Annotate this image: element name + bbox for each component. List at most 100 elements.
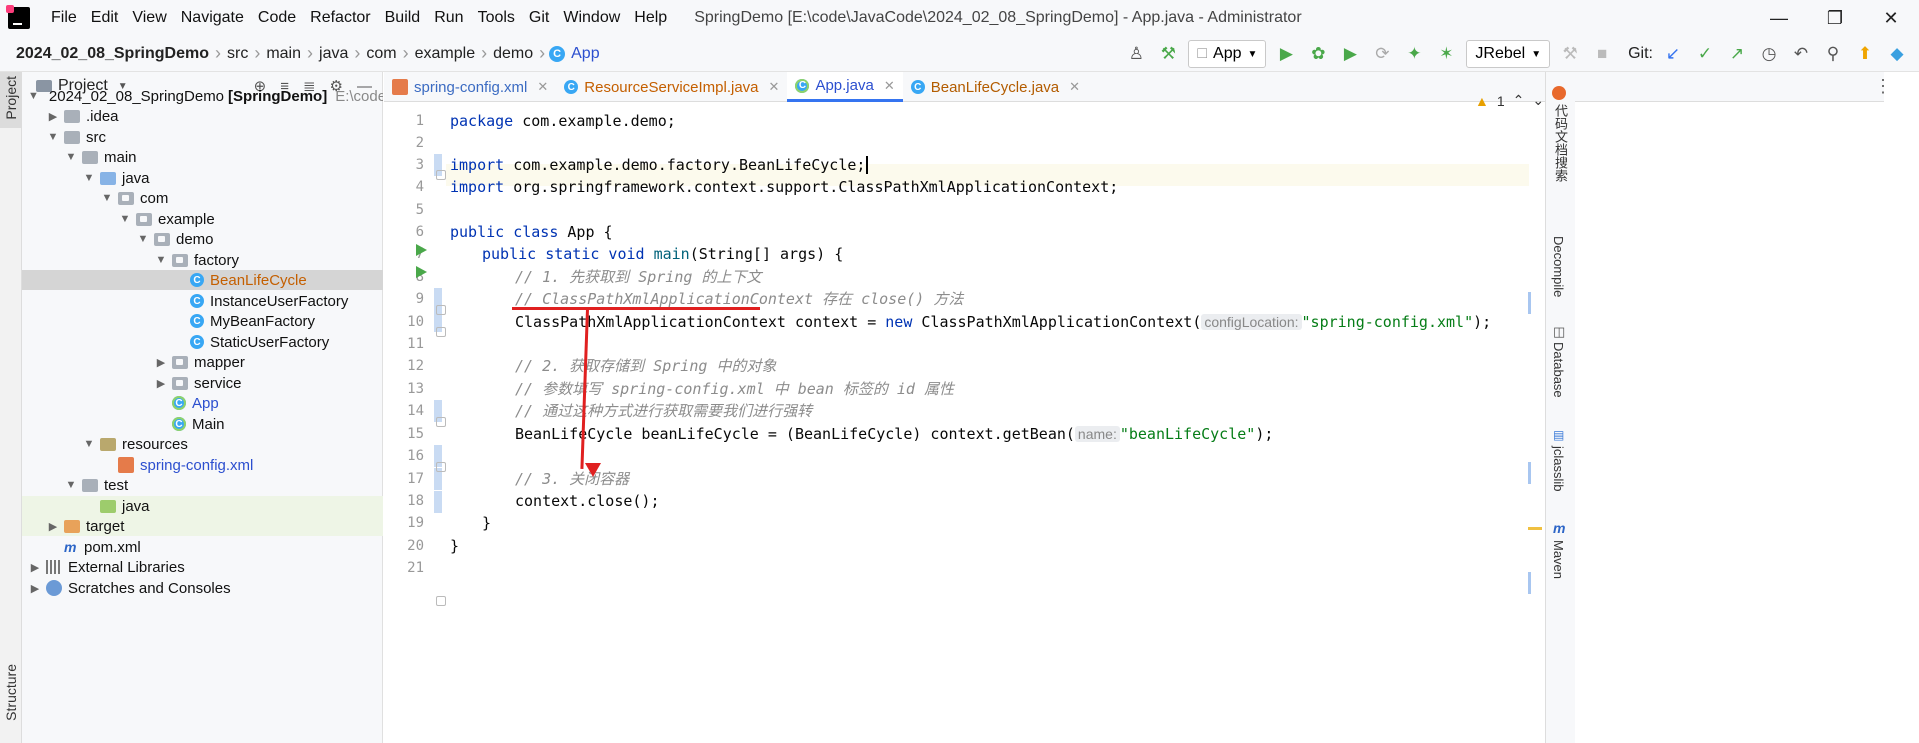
chevron-right-icon[interactable]: ▶ xyxy=(28,561,42,574)
hammer-disabled-icon[interactable]: ⚒ xyxy=(1558,42,1582,66)
profile-icon[interactable]: ⟳ xyxy=(1370,42,1394,66)
tree-item-test-java[interactable]: java xyxy=(22,496,383,516)
tree-item-com[interactable]: ▼ com xyxy=(22,188,383,208)
menu-view[interactable]: View xyxy=(125,0,173,36)
rollback-icon[interactable]: ↶ xyxy=(1789,42,1813,66)
tree-item-main-class[interactable]: C Main xyxy=(22,414,383,434)
tree-item-beanlifecycle[interactable]: C BeanLifeCycle xyxy=(22,270,383,290)
build-hammer-icon[interactable]: ⚒ xyxy=(1156,42,1180,66)
minimize-icon[interactable]: — xyxy=(1751,0,1807,36)
tab-spring-config[interactable]: spring-config.xml ✕ xyxy=(384,72,556,102)
chevron-right-icon[interactable]: ▶ xyxy=(28,582,42,595)
git-update-icon[interactable]: ↙ xyxy=(1661,42,1685,66)
tool-window-jclasslib[interactable]: jclasslib xyxy=(1551,446,1566,492)
plugin-logo-icon[interactable]: ◆ xyxy=(1885,42,1909,66)
previous-highlight-icon[interactable]: ⌃ xyxy=(1513,92,1525,109)
jrebel-run-icon[interactable]: ✦ xyxy=(1402,42,1426,66)
tree-item-app[interactable]: C App xyxy=(22,393,383,413)
debug-icon[interactable]: ✿ xyxy=(1306,42,1330,66)
run-gutter-icon[interactable] xyxy=(416,244,427,256)
chevron-down-icon[interactable]: ▼ xyxy=(64,151,78,163)
menu-git[interactable]: Git xyxy=(522,0,556,36)
menu-edit[interactable]: Edit xyxy=(84,0,126,36)
project-tool-button[interactable]: Project xyxy=(0,72,22,128)
git-push-icon[interactable]: ↗ xyxy=(1725,42,1749,66)
menu-run[interactable]: Run xyxy=(427,0,470,36)
chevron-right-icon[interactable]: ▶ xyxy=(154,377,168,390)
menu-help[interactable]: Help xyxy=(627,0,674,36)
tool-window-decompile[interactable]: Decompile xyxy=(1551,236,1566,297)
tree-item-resources[interactable]: ▼ resources xyxy=(22,434,383,454)
chevron-down-icon[interactable]: ▼ xyxy=(28,90,39,102)
git-commit-icon[interactable]: ✓ xyxy=(1693,42,1717,66)
chevron-right-icon[interactable]: ▶ xyxy=(46,110,60,123)
chevron-down-icon[interactable]: ▼ xyxy=(118,213,132,225)
fold-icon[interactable] xyxy=(436,462,446,472)
fold-icon[interactable] xyxy=(436,417,446,427)
inspection-widget[interactable]: ▲ 1 ⌃ ⌄ xyxy=(1475,92,1544,109)
tree-item-idea[interactable]: ▶ .idea xyxy=(22,106,383,126)
tool-window-database[interactable]: Database xyxy=(1551,342,1566,398)
tree-item-service[interactable]: ▶ service xyxy=(22,373,383,393)
tree-item-test[interactable]: ▼ test xyxy=(22,475,383,495)
error-stripe[interactable] xyxy=(1528,102,1542,743)
tree-item-src[interactable]: ▼ src xyxy=(22,127,383,147)
menu-refactor[interactable]: Refactor xyxy=(303,0,377,36)
tree-item-scratches[interactable]: ▶ Scratches and Consoles xyxy=(22,578,383,598)
close-icon[interactable]: ✕ xyxy=(769,79,780,95)
tree-item-java[interactable]: ▼ java xyxy=(22,168,383,188)
breadcrumb-example[interactable]: example xyxy=(413,45,477,63)
breadcrumb-app[interactable]: App xyxy=(569,45,601,63)
menu-code[interactable]: Code xyxy=(251,0,303,36)
update-icon[interactable]: ⬆ xyxy=(1853,42,1877,66)
code-editor[interactable]: package com.example.demo; import com.exa… xyxy=(450,102,1550,743)
tree-item-spring-config[interactable]: spring-config.xml xyxy=(22,455,383,475)
tool-window-doc-search[interactable]: 代码文档搜索 xyxy=(1551,104,1570,182)
menu-navigate[interactable]: Navigate xyxy=(174,0,251,36)
tree-item-staticuserfactory[interactable]: C StaticUserFactory xyxy=(22,332,383,352)
menu-tools[interactable]: Tools xyxy=(471,0,522,36)
tab-resourceserviceimpl[interactable]: C ResourceServiceImpl.java ✕ xyxy=(556,72,787,102)
chevron-down-icon[interactable]: ▼ xyxy=(136,233,150,245)
close-icon[interactable]: ✕ xyxy=(884,78,895,94)
breadcrumb-src[interactable]: src xyxy=(225,45,250,63)
structure-tool-label[interactable]: Structure xyxy=(3,664,19,721)
chevron-down-icon[interactable]: ▼ xyxy=(64,479,78,491)
chevron-right-icon[interactable]: ▶ xyxy=(46,520,60,533)
next-highlight-icon[interactable]: ⌄ xyxy=(1532,92,1544,109)
breadcrumb-demo[interactable]: demo xyxy=(491,45,535,63)
menu-file[interactable]: File xyxy=(44,0,84,36)
tool-window-maven[interactable]: Maven xyxy=(1551,540,1566,579)
chevron-down-icon[interactable]: ▼ xyxy=(154,254,168,266)
chevron-down-icon[interactable]: ▼ xyxy=(100,192,114,204)
fold-icon[interactable] xyxy=(436,305,446,315)
chevron-down-icon[interactable]: ▼ xyxy=(46,131,60,143)
chevron-down-icon[interactable]: ▼ xyxy=(82,172,96,184)
run-gutter-icon[interactable] xyxy=(416,266,427,278)
tree-item-mybeanfactory[interactable]: C MyBeanFactory xyxy=(22,311,383,331)
tree-item-main[interactable]: ▼ main xyxy=(22,147,383,167)
search-icon[interactable]: ⚲ xyxy=(1821,42,1845,66)
tree-item-factory[interactable]: ▼ factory xyxy=(22,250,383,270)
chevron-right-icon[interactable]: ▶ xyxy=(154,356,168,369)
tab-app[interactable]: C App.java ✕ xyxy=(787,72,903,102)
fold-icon[interactable] xyxy=(436,170,446,180)
tree-item-project-root[interactable]: ▼ 2024_02_08_SpringDemo [SpringDemo] E:\… xyxy=(22,86,383,106)
more-tabs-icon[interactable]: ⋮ xyxy=(1874,76,1892,97)
run-icon[interactable]: ▶ xyxy=(1274,42,1298,66)
tree-item-instanceuserfactory[interactable]: C InstanceUserFactory xyxy=(22,291,383,311)
close-icon[interactable]: ✕ xyxy=(1069,79,1080,95)
user-icon[interactable]: ♙ xyxy=(1124,42,1148,66)
close-icon[interactable]: ✕ xyxy=(1863,0,1919,36)
tree-item-demo[interactable]: ▼ demo xyxy=(22,229,383,249)
tab-beanlifecycle[interactable]: C BeanLifeCycle.java ✕ xyxy=(903,72,1088,102)
tree-item-pom[interactable]: m pom.xml xyxy=(22,537,383,557)
tree-item-external-libraries[interactable]: ▶ External Libraries xyxy=(22,557,383,577)
tree-item-mapper[interactable]: ▶ mapper xyxy=(22,352,383,372)
breadcrumb-com[interactable]: com xyxy=(364,45,398,63)
tree-item-target[interactable]: ▶ target xyxy=(22,516,383,536)
history-icon[interactable]: ◷ xyxy=(1757,42,1781,66)
fold-icon[interactable] xyxy=(436,596,446,606)
fold-icon[interactable] xyxy=(436,327,446,337)
tree-item-example[interactable]: ▼ example xyxy=(22,209,383,229)
